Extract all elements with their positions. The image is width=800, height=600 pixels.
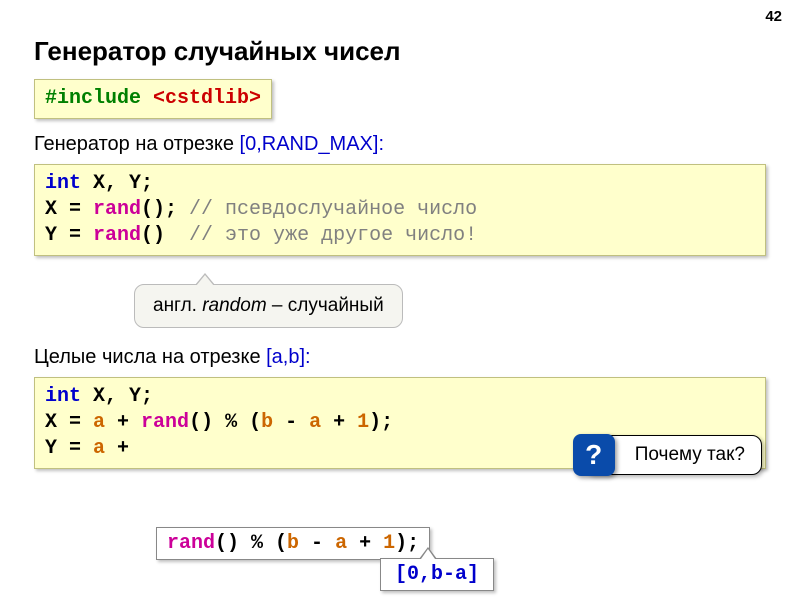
code-text: + xyxy=(105,411,141,434)
var-a: a xyxy=(309,411,321,434)
section2-heading-pre: Целые числа на отрезке xyxy=(34,346,266,368)
code-text: + xyxy=(347,532,383,555)
callout-random: англ. random – случайный xyxy=(134,284,403,328)
code-block-1: int X, Y; X = rand(); // псевдослучайное… xyxy=(34,164,766,256)
kw-int: int xyxy=(45,385,81,408)
rand-call: rand xyxy=(141,411,189,434)
code-text: (); xyxy=(141,198,189,221)
slide-title: Генератор случайных чисел xyxy=(34,36,766,67)
overlay-formula: rand() % (b - a + 1); xyxy=(156,527,430,560)
code-text: X = xyxy=(45,198,93,221)
callout-post: – случайный xyxy=(267,295,384,316)
var-a: a xyxy=(93,411,105,434)
code-text: () % ( xyxy=(215,532,287,555)
section1-heading: Генератор на отрезке [0,RAND_MAX]: xyxy=(34,133,766,156)
vars-xy: X, Y; xyxy=(81,172,153,195)
overlay-range: [0,b-a] xyxy=(380,558,494,591)
code-text: ); xyxy=(369,411,393,434)
code-text: - xyxy=(273,411,309,434)
code-text: + xyxy=(105,437,141,460)
question-badge-icon: ? xyxy=(573,434,615,476)
code-text: X = xyxy=(45,411,93,434)
range-text: [0,b-a] xyxy=(395,563,479,586)
section1-range: [0,RAND_MAX]: xyxy=(240,133,384,155)
kw-int: int xyxy=(45,172,81,195)
var-b: b xyxy=(261,411,273,434)
include-code: #include <cstdlib> xyxy=(34,79,272,119)
var-a: a xyxy=(93,437,105,460)
callout-em: random xyxy=(202,295,266,316)
var-a: a xyxy=(335,532,347,555)
code-text: Y = xyxy=(45,224,93,247)
slide-content: Генератор случайных чисел #include <cstd… xyxy=(0,0,800,503)
code-text: + xyxy=(321,411,357,434)
code-text: () xyxy=(141,224,189,247)
code-text: - xyxy=(299,532,335,555)
callout-pre: англ. xyxy=(153,295,202,316)
num-1: 1 xyxy=(383,532,395,555)
section1-heading-pre: Генератор на отрезке xyxy=(34,133,240,155)
var-b: b xyxy=(287,532,299,555)
page-number: 42 xyxy=(765,8,782,25)
rand-call: rand xyxy=(93,224,141,247)
rand-call: rand xyxy=(93,198,141,221)
vars-xy: X, Y; xyxy=(81,385,153,408)
rand-call: rand xyxy=(167,532,215,555)
section2-range: [a,b]: xyxy=(266,346,310,368)
why-text: Почему так? xyxy=(635,444,745,465)
section2-heading: Целые числа на отрезке [a,b]: xyxy=(34,346,766,369)
comment: // это уже другое число! xyxy=(189,224,477,247)
num-1: 1 xyxy=(357,411,369,434)
why-callout: ? Почему так? xyxy=(584,435,762,475)
code-text: ); xyxy=(395,532,419,555)
include-header: <cstdlib> xyxy=(153,87,261,110)
comment: // псевдослучайное число xyxy=(189,198,477,221)
code-text: Y = xyxy=(45,437,93,460)
include-directive: #include xyxy=(45,87,141,110)
code-text: () % ( xyxy=(189,411,261,434)
